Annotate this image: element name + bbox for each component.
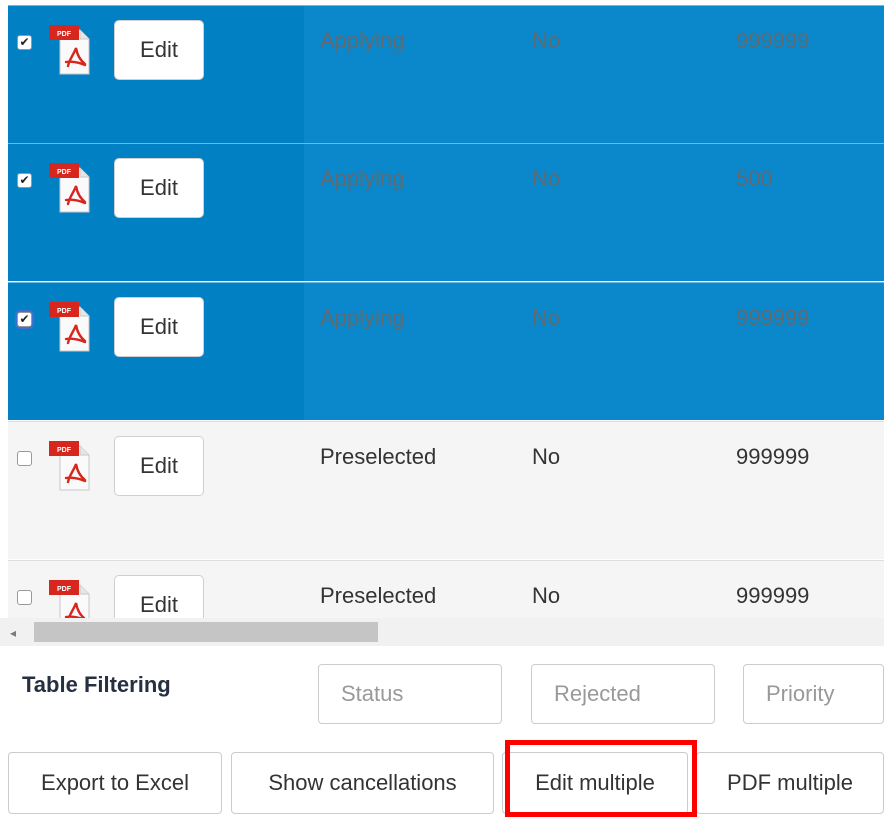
row-checkbox[interactable]: ✔ <box>17 312 32 327</box>
status-cell: Applying <box>320 166 405 191</box>
table-viewport: ✔ PDF Edit Applying No 999999 ✔ PDF Edit… <box>0 0 884 618</box>
priority-cell: 999999 <box>736 444 810 469</box>
rejected-filter-input[interactable] <box>531 664 715 724</box>
priority-cell: 999999 <box>736 305 810 330</box>
rejected-cell: No <box>532 444 561 469</box>
status-cell: Preselected <box>320 444 437 469</box>
svg-text:PDF: PDF <box>57 447 72 454</box>
status-filter-input[interactable] <box>318 664 502 724</box>
status-cell: Preselected <box>320 583 437 608</box>
edit-button[interactable]: Edit <box>114 436 204 496</box>
pdf-icon[interactable]: PDF <box>48 579 90 618</box>
edit-button[interactable]: Edit <box>114 297 204 357</box>
export-excel-button[interactable]: Export to Excel <box>8 752 222 814</box>
svg-text:PDF: PDF <box>57 308 72 315</box>
priority-filter-input[interactable] <box>743 664 884 724</box>
svg-text:PDF: PDF <box>57 31 72 38</box>
show-cancellations-button[interactable]: Show cancellations <box>231 752 494 814</box>
pdf-icon[interactable]: PDF <box>48 162 90 214</box>
edit-button[interactable]: Edit <box>114 20 204 80</box>
rejected-cell: No <box>532 305 561 330</box>
highlight-box <box>505 740 697 817</box>
svg-text:PDF: PDF <box>57 586 72 593</box>
table-row[interactable]: ✔ PDF Edit Applying No 999999 <box>8 282 884 420</box>
scrollbar-thumb[interactable] <box>34 622 378 642</box>
pdf-multiple-button[interactable]: PDF multiple <box>696 752 884 814</box>
table-row[interactable]: PDF Edit Preselected No 999999 <box>8 421 884 559</box>
status-cell: Applying <box>320 28 405 53</box>
priority-cell: 500 <box>736 166 773 191</box>
priority-cell: 999999 <box>736 583 810 608</box>
table-row[interactable]: ✔ PDF Edit Applying No 999999 <box>8 5 884 143</box>
row-checkbox[interactable] <box>17 590 32 605</box>
pdf-icon[interactable]: PDF <box>48 301 90 353</box>
row-checkbox[interactable] <box>17 451 32 466</box>
table-filtering-title: Table Filtering <box>22 672 171 697</box>
svg-text:PDF: PDF <box>57 169 72 176</box>
table-row[interactable]: PDF Edit Preselected No 999999 <box>8 560 884 618</box>
row-checkbox[interactable]: ✔ <box>17 35 32 50</box>
rejected-cell: No <box>532 583 561 608</box>
priority-cell: 999999 <box>736 28 810 53</box>
table-row[interactable]: ✔ PDF Edit Applying No 500 <box>8 143 884 281</box>
row-checkbox[interactable]: ✔ <box>17 173 32 188</box>
pdf-icon[interactable]: PDF <box>48 24 90 76</box>
rejected-cell: No <box>532 166 561 191</box>
horizontal-scrollbar[interactable]: ◂ <box>0 618 884 646</box>
edit-button[interactable]: Edit <box>114 575 204 618</box>
pdf-icon[interactable]: PDF <box>48 440 90 492</box>
rejected-cell: No <box>532 28 561 53</box>
status-cell: Applying <box>320 305 405 330</box>
edit-button[interactable]: Edit <box>114 158 204 218</box>
scroll-left-icon[interactable]: ◂ <box>10 626 16 640</box>
